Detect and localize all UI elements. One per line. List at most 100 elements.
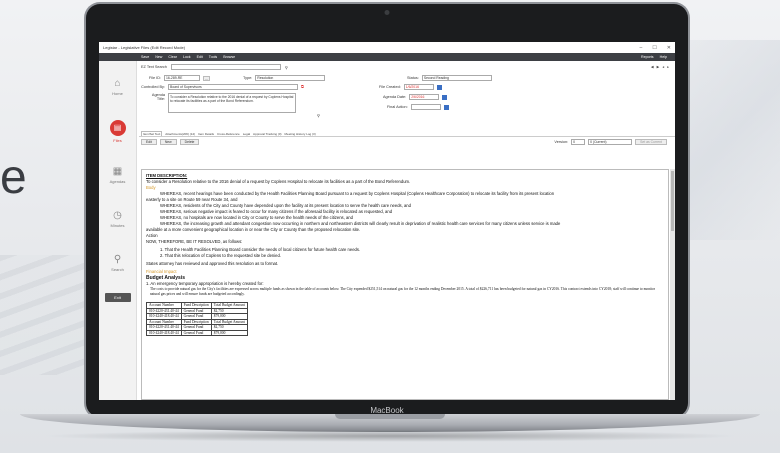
sidebar: ⌂ Home ▤ Files ▦ Agendas ◷ Minutes ⚲ Search E… <box>99 61 137 400</box>
controlled-by-select[interactable]: Board of Supervisors <box>168 84 298 90</box>
calendar-icon[interactable] <box>443 104 449 110</box>
files-icon: ▤ <box>109 119 126 136</box>
link-icon[interactable]: ⧉ <box>301 85 304 89</box>
file-id-input[interactable]: 16-289-RE <box>164 75 201 81</box>
final-action-input[interactable] <box>410 104 441 110</box>
set-as-current-button[interactable]: Set as Current <box>635 139 667 145</box>
status-label: Status: <box>407 76 419 80</box>
document-body: ITEM DESCRIPTION: To consider a Resoluti… <box>141 169 669 400</box>
agenda-date-label: Agenda Date: <box>383 95 407 99</box>
menu-browse[interactable]: Browse <box>223 55 235 59</box>
calendar-icon: ▦ <box>112 165 123 177</box>
tab-meeting-history[interactable]: Meeting History Log (3) <box>285 132 316 136</box>
file-created-input[interactable]: 1/6/2016 <box>403 84 434 90</box>
maximize-icon[interactable]: ☐ <box>652 45 656 51</box>
table-row: Account Number Fund Description Total Budg… <box>146 302 248 309</box>
table-row: 010-4240-418.40-44 General Fund $79,000 <box>146 329 248 336</box>
record-toolbar: ◀ ▶ ◂ ▸ <box>651 65 675 69</box>
menu-clear[interactable]: Clear <box>168 55 177 59</box>
tab-item-details[interactable]: Item Details <box>198 132 214 136</box>
table-cell: Fund Description <box>180 302 212 309</box>
nav-agendas-label: Agendas <box>109 178 126 184</box>
text-search-label: EZ Text Search <box>141 65 167 69</box>
nav-first-icon[interactable]: ◀ <box>651 65 654 69</box>
menu-reports[interactable]: Reports <box>641 55 654 59</box>
nav-search[interactable]: ⚲ Search <box>99 245 136 281</box>
tab-text[interactable]: Item/Sel Text <box>141 131 163 136</box>
minimize-icon[interactable]: – <box>640 45 643 51</box>
version-select[interactable]: 0 (Current) <box>588 139 633 145</box>
table-row: Account Number Fund Description Total Budg… <box>146 318 248 325</box>
nav-files[interactable]: ▤ Files <box>99 113 136 149</box>
nav-prev-icon[interactable]: ▶ <box>657 65 660 69</box>
calendar-icon[interactable] <box>436 84 442 90</box>
new-button[interactable]: New <box>159 139 177 145</box>
nav-search-label: Search <box>111 266 124 272</box>
menu-tools[interactable]: Tools <box>209 55 217 59</box>
window-title: Legistar - Legislative Files (Edit Recor… <box>103 45 186 50</box>
status-select[interactable]: Second Reading <box>421 75 492 81</box>
table-cell: Fund Description <box>180 318 212 325</box>
resolved-text: NOW, THEREFORE, BE IT RESOLVED, as follo… <box>146 239 243 244</box>
table-cell: 010-4240-418.40-44 <box>146 329 182 336</box>
main-panel: EZ Text Search ⚲ ◀ ▶ ◂ ▸ File ID: 16-289-… <box>139 61 675 400</box>
nav-files-label: Files <box>113 137 122 143</box>
table-cell: Total Budget Amount <box>210 318 248 325</box>
type-label: Type: <box>243 76 253 80</box>
resolution-item-2: 2. That this relocation of Coplens to th… <box>160 253 281 258</box>
tab-attachments[interactable]: Attachments(206) (12) <box>165 132 195 136</box>
title-bar: Legistar - Legislative Files (Edit Recor… <box>99 42 675 53</box>
laptop-shadow <box>40 430 740 442</box>
tab-approval-tracking[interactable]: Approval Tracking (0) <box>253 132 282 136</box>
table-cell: 010-4220-431.40-44 <box>146 307 182 314</box>
agenda-title-label: Agenda Title: <box>151 93 165 101</box>
exit-button[interactable]: Exit <box>104 293 131 302</box>
menu-bar: Save New Clear Lock Edit Tools Browse Re… <box>99 53 675 61</box>
text-search-row: EZ Text Search ⚲ ◀ ▶ ◂ ▸ <box>139 61 675 73</box>
nav-next-icon[interactable]: ◂ <box>662 65 664 69</box>
agenda-title-textarea[interactable]: To consider a Resolution relative to the… <box>168 93 296 113</box>
close-icon[interactable]: ✕ <box>667 45 671 51</box>
edit-button[interactable]: Edit <box>141 139 157 145</box>
laptop-frame: Legistar - Legislative Files (Edit Recor… <box>86 4 688 417</box>
search-icon[interactable]: ⚲ <box>317 113 320 118</box>
budget-table: Account Number Fund Description Total Budg… <box>146 302 248 336</box>
text-actions: Edit New Delete Version: 0 0 (Current) S… <box>139 137 675 147</box>
search-icon[interactable]: ⚲ <box>285 65 288 70</box>
menu-save[interactable]: Save <box>141 55 149 59</box>
menu-edit[interactable]: Edit <box>197 55 203 59</box>
menu-help[interactable]: Help <box>660 55 667 59</box>
table-cell: Total Budget Amount <box>210 302 248 309</box>
text-search-input[interactable] <box>170 64 281 70</box>
record-form: File ID: 16-289-RE... Type: Resolution Sta… <box>139 73 675 131</box>
file-id-lookup-button[interactable]: ... <box>203 75 210 81</box>
laptop-notch <box>335 414 445 419</box>
app-window: Legistar - Legislative Files (Edit Recor… <box>99 42 675 400</box>
tab-cross-reference[interactable]: Cross-Reference <box>217 132 240 136</box>
search-icon: ⚲ <box>113 253 122 265</box>
document-scrollbar[interactable] <box>670 169 675 400</box>
table-cell: 010-4240-418.40-44 <box>146 313 182 320</box>
tab-legal[interactable]: Legal <box>243 132 250 136</box>
table-cell: General Fund <box>180 329 212 336</box>
controlled-by-label: Controlled By: <box>141 85 165 89</box>
scrollbar-thumb[interactable] <box>671 171 674 231</box>
nav-minutes[interactable]: ◷ Minutes <box>99 201 136 237</box>
version-label: Version: <box>554 140 569 144</box>
final-action-label: Final Action: <box>387 105 408 109</box>
nav-last-icon[interactable]: ▸ <box>667 65 669 69</box>
delete-button[interactable]: Delete <box>179 139 200 145</box>
home-icon: ⌂ <box>114 77 121 89</box>
file-id-label: File ID: <box>149 76 162 80</box>
version-input[interactable]: 0 <box>571 139 586 145</box>
nav-agendas[interactable]: ▦ Agendas <box>99 157 136 193</box>
menu-new[interactable]: New <box>155 55 162 59</box>
file-created-label: File Created: <box>379 85 401 89</box>
agenda-date-input[interactable]: 2/6/2016 <box>409 94 440 100</box>
menu-lock[interactable]: Lock <box>183 55 191 59</box>
calendar-icon[interactable] <box>442 94 448 100</box>
nav-home-label: Home <box>112 90 123 96</box>
nav-home[interactable]: ⌂ Home <box>99 69 136 105</box>
type-select[interactable]: Resolution <box>255 75 326 81</box>
budget-detail: The costs to provide natural gas for the… <box>150 287 655 296</box>
